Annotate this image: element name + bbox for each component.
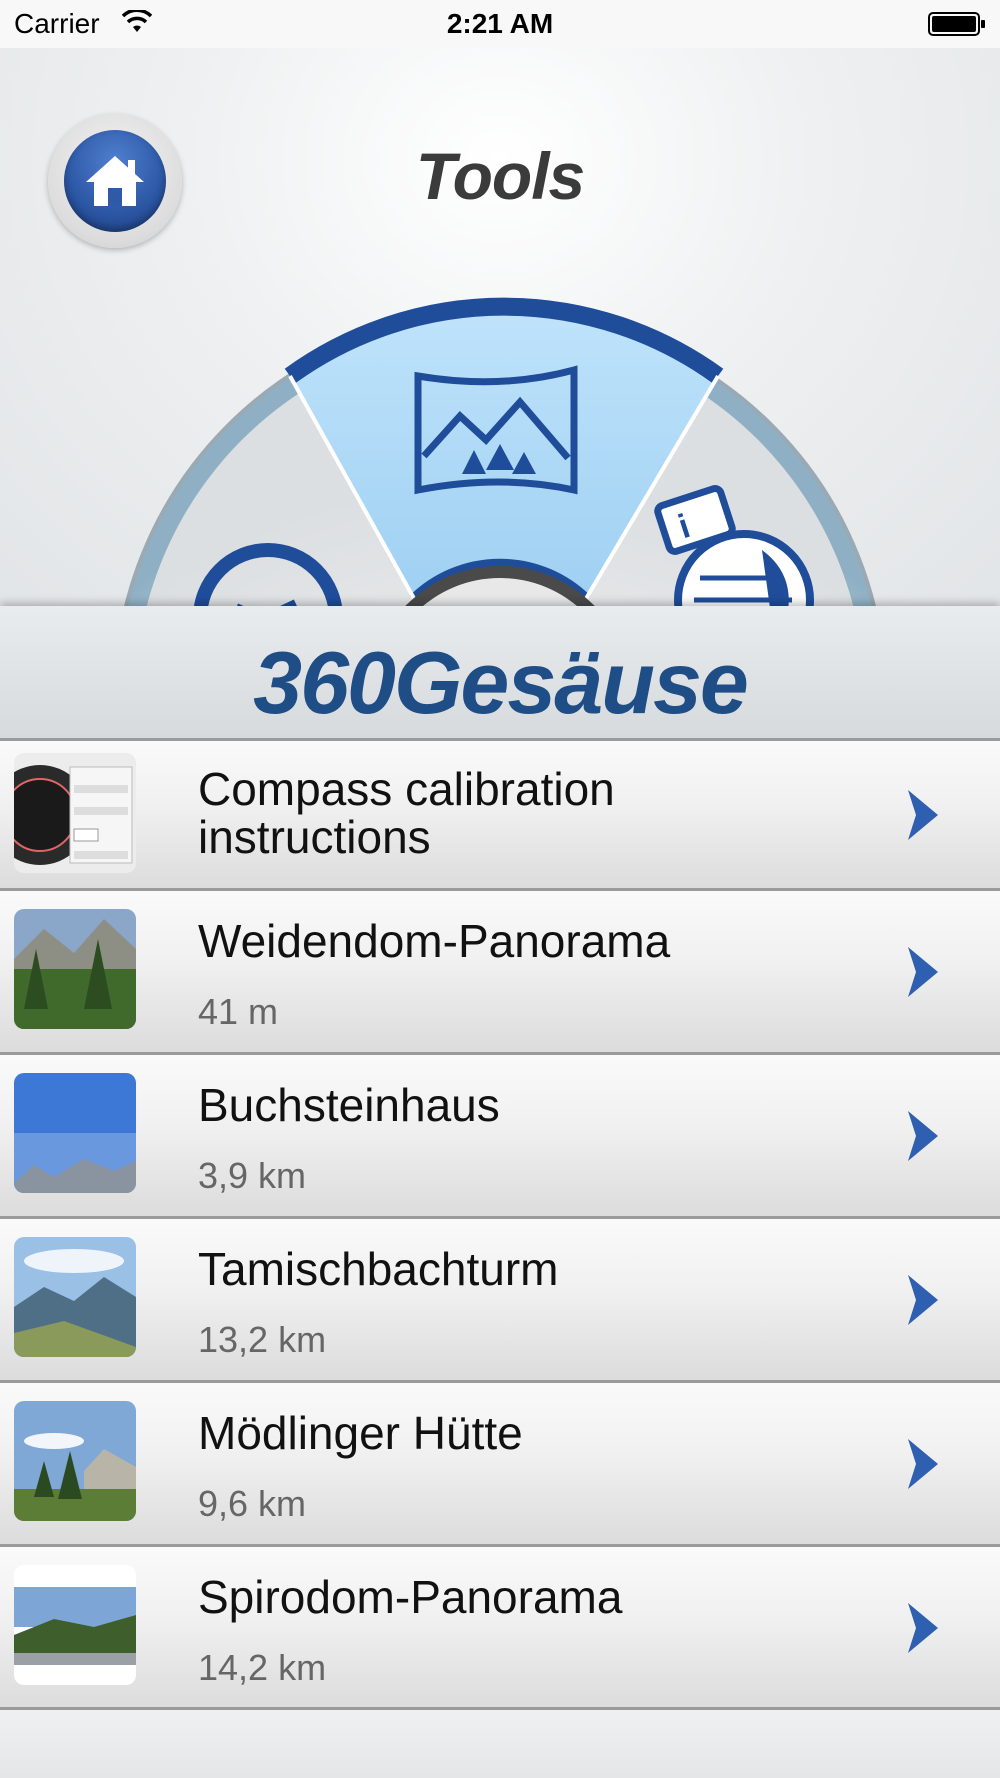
tools-header: Tools i [0,48,1000,608]
item-title: Tamischbachturm [198,1243,559,1295]
item-distance: 41 m [198,991,279,1032]
item-title: Spirodom-Panorama [198,1571,623,1623]
forest-thumbnail [14,909,136,1029]
chevron-right-icon [908,1110,938,1161]
list-item-buchsteinhaus[interactable]: Buchsteinhaus 3,9 km [0,1052,1000,1216]
brand-banner: 360Gesäuse [0,606,1000,738]
list-item-weidendom[interactable]: Weidendom-Panorama 41 m [0,888,1000,1052]
status-bar: Carrier 2:21 AM [0,0,1000,48]
brand-logo-text: 360Gesäuse [253,633,749,732]
chevron-right-icon [908,789,938,840]
page-title: Tools [415,139,586,213]
chevron-right-icon [908,946,938,997]
sky-thumbnail [14,1073,136,1193]
item-title: Buchsteinhaus [198,1079,500,1131]
item-distance: 3,9 km [198,1155,307,1196]
list-item-tamischbachturm[interactable]: Tamischbachturm 13,2 km [0,1216,1000,1380]
item-distance: 13,2 km [198,1319,327,1360]
item-title: Compass calibration instructions [198,763,615,863]
meadow-thumbnail [14,1401,136,1521]
chevron-right-icon [908,1438,938,1489]
clock-time: 2:21 AM [446,8,554,39]
list-footer [0,1707,1000,1778]
compass-thumbnail [14,753,136,873]
item-distance: 9,6 km [198,1483,307,1524]
valley-thumbnail [14,1237,136,1357]
location-list: Compass calibration instructions Weidend… [0,738,1000,1708]
tool-wheel: i [123,297,877,608]
item-title: Weidendom-Panorama [198,915,671,967]
battery-icon [928,12,985,36]
road-hill-thumbnail [14,1565,136,1685]
item-distance: 14,2 km [198,1647,327,1688]
list-item-moedlinger-huette[interactable]: Mödlinger Hütte 9,6 km [0,1380,1000,1544]
list-item-compass-calibration[interactable]: Compass calibration instructions [0,738,1000,888]
chevron-right-icon [908,1602,938,1653]
item-title: Mödlinger Hütte [198,1407,523,1459]
chevron-right-icon [908,1274,938,1325]
list-item-spirodom[interactable]: Spirodom-Panorama 14,2 km [0,1544,1000,1708]
